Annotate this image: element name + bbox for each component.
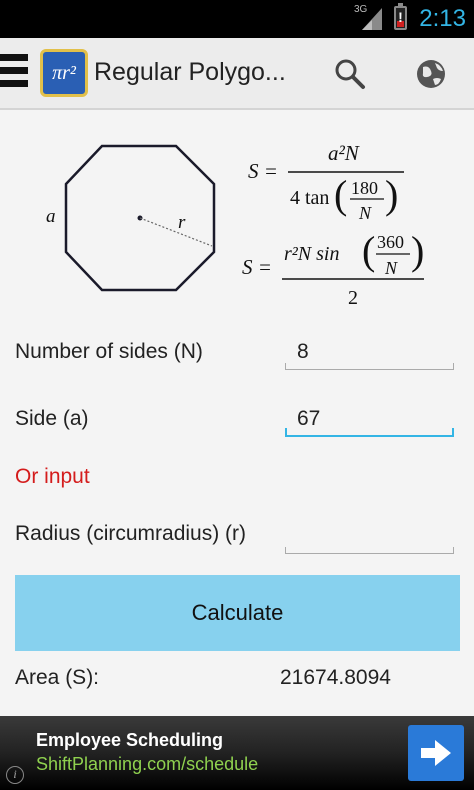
calculate-button[interactable]: Calculate [15, 575, 460, 651]
octagon-diagram: a r [46, 144, 216, 292]
formula1-angle-den: N [358, 203, 372, 223]
app-title: Regular Polygo... [94, 58, 286, 86]
battery-icon: ! [394, 3, 407, 30]
side-a-label: a [46, 206, 56, 227]
app-icon[interactable]: πr² [40, 49, 88, 97]
side-length-label: Side (a) [15, 407, 89, 430]
ad-arrow-button[interactable] [408, 725, 464, 781]
ad-url[interactable]: ShiftPlanning.com/schedule [36, 754, 258, 775]
formula1-denominator: 4 tan [290, 187, 329, 209]
globe-icon[interactable] [413, 55, 449, 91]
side-length-input[interactable]: 67 [285, 405, 454, 437]
formula2-angle-num: 360 [377, 232, 404, 252]
ad-info-icon[interactable]: i [6, 766, 24, 784]
area-formulas: S = a²N 4 tan ( 180 N ) S = r²N sin ( 36… [242, 141, 424, 309]
radius-r-label: r [178, 212, 186, 233]
formula2-denominator: 2 [348, 287, 358, 309]
formula1-lhs: S = [248, 159, 278, 183]
main-content: a r S = a²N 4 tan ( 180 N ) S = r²N sin … [0, 112, 474, 716]
or-input-hint: Or input [15, 465, 90, 488]
search-icon[interactable] [332, 56, 368, 92]
status-bar: 3G ! 2:13 [0, 0, 474, 38]
side-length-value: 67 [297, 407, 321, 430]
action-bar: πr² Regular Polygo... [0, 38, 474, 110]
svg-text:): ) [385, 172, 398, 217]
radius-label: Radius (circumradius) (r) [15, 522, 247, 545]
ad-banner[interactable]: Employee Scheduling ShiftPlanning.com/sc… [0, 716, 474, 790]
svg-text:(: ( [334, 172, 347, 217]
svg-text:(: ( [362, 228, 375, 273]
formula2-numerator: r²N sin [284, 243, 339, 265]
ad-title[interactable]: Employee Scheduling [36, 730, 223, 751]
area-result-label: Area (S): [15, 666, 100, 689]
arrow-right-icon [421, 740, 451, 766]
sides-input[interactable]: 8 [285, 338, 454, 370]
formula2-lhs: S = [242, 255, 272, 279]
sides-value: 8 [297, 340, 309, 363]
formula1-numerator: a²N [328, 141, 360, 165]
area-result-value: 21674.8094 [280, 666, 391, 689]
hamburger-icon[interactable] [0, 54, 28, 96]
signal-icon [362, 8, 382, 30]
formula1-angle-num: 180 [351, 178, 378, 198]
sides-label: Number of sides (N) [15, 340, 203, 363]
clock: 2:13 [419, 5, 466, 32]
radius-input[interactable] [285, 522, 454, 554]
formula2-angle-den: N [384, 258, 398, 278]
svg-text:): ) [411, 228, 424, 273]
